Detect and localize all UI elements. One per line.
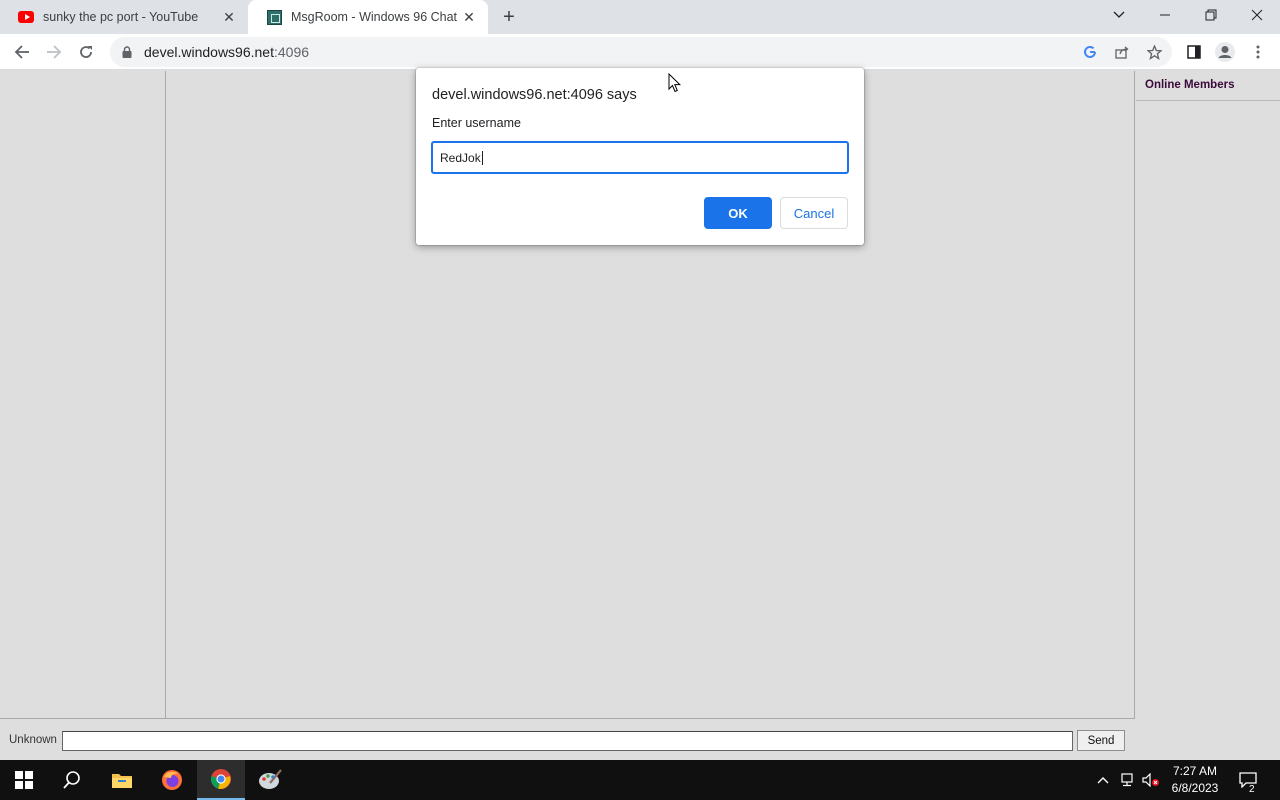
tab-msgroom[interactable]: MsgRoom - Windows 96 Chat ✕ bbox=[248, 0, 488, 34]
side-panel-icon[interactable] bbox=[1180, 38, 1208, 66]
browser-toolbar: devel.windows96.net:4096 bbox=[0, 34, 1280, 70]
address-bar[interactable]: devel.windows96.net:4096 bbox=[110, 37, 1172, 67]
network-icon[interactable] bbox=[1116, 760, 1138, 800]
start-windows-icon[interactable] bbox=[0, 760, 48, 800]
tab-strip: sunky the pc port - YouTube ✕ MsgRoom - … bbox=[0, 0, 1280, 34]
back-button[interactable] bbox=[8, 38, 36, 66]
clock-date: 6/8/2023 bbox=[1171, 781, 1219, 795]
ok-button[interactable]: OK bbox=[704, 197, 772, 229]
kebab-menu-icon[interactable] bbox=[1244, 38, 1272, 66]
url-host: devel.windows96.net bbox=[144, 44, 274, 60]
restore-button[interactable] bbox=[1188, 0, 1234, 30]
username-prompt-dialog: devel.windows96.net:4096 says Enter user… bbox=[416, 68, 864, 245]
tab-title: sunky the pc port - YouTube bbox=[43, 10, 199, 24]
youtube-icon bbox=[18, 9, 34, 25]
paint-app-icon[interactable] bbox=[246, 760, 294, 800]
mouse-cursor-icon bbox=[668, 73, 682, 93]
taskbar-clock[interactable]: 7:27 AM 6/8/2023 bbox=[1166, 763, 1224, 797]
online-members-title: Online Members bbox=[1136, 71, 1280, 101]
lock-icon[interactable] bbox=[120, 45, 134, 59]
google-translate-icon[interactable] bbox=[1078, 40, 1102, 64]
file-explorer-icon[interactable] bbox=[98, 760, 146, 800]
close-icon[interactable]: ✕ bbox=[220, 8, 238, 26]
windows-taskbar: 7:27 AM 6/8/2023 bbox=[0, 760, 1280, 800]
left-panel bbox=[0, 71, 166, 718]
share-icon[interactable] bbox=[1110, 40, 1134, 64]
show-hidden-icons-icon[interactable] bbox=[1094, 760, 1112, 800]
notification-count-badge: 2 bbox=[1249, 784, 1255, 795]
search-icon[interactable] bbox=[48, 760, 96, 800]
volume-muted-icon[interactable] bbox=[1140, 760, 1162, 800]
username-input[interactable]: RedJok bbox=[431, 141, 849, 174]
new-tab-button[interactable]: + bbox=[496, 5, 522, 29]
chrome-icon[interactable] bbox=[197, 760, 245, 800]
url-port: :4096 bbox=[273, 44, 310, 60]
tab-title: MsgRoom - Windows 96 Chat bbox=[291, 10, 458, 24]
dialog-title: devel.windows96.net:4096 says bbox=[432, 87, 637, 103]
close-icon[interactable]: ✕ bbox=[460, 8, 478, 26]
window-close-button[interactable] bbox=[1234, 0, 1280, 30]
text-caret bbox=[481, 150, 483, 165]
bookmark-star-icon[interactable] bbox=[1142, 40, 1166, 64]
send-button[interactable]: Send bbox=[1077, 730, 1125, 751]
dialog-message: Enter username bbox=[432, 116, 521, 130]
msgroom-icon bbox=[266, 9, 282, 25]
forward-button[interactable] bbox=[40, 38, 68, 66]
online-members-panel: Online Members bbox=[1136, 71, 1280, 760]
username-input-value: RedJok bbox=[440, 150, 481, 165]
notifications-icon[interactable] bbox=[1232, 760, 1264, 800]
cancel-button[interactable]: Cancel bbox=[780, 197, 848, 229]
profile-avatar-icon[interactable] bbox=[1211, 38, 1239, 66]
firefox-icon[interactable] bbox=[148, 760, 196, 800]
message-bar: Unknown Send bbox=[0, 718, 1135, 760]
nickname-label: Unknown bbox=[9, 734, 57, 746]
clock-time: 7:27 AM bbox=[1172, 764, 1218, 778]
tab-search-button[interactable] bbox=[1096, 0, 1142, 30]
tab-youtube[interactable]: sunky the pc port - YouTube ✕ bbox=[0, 0, 248, 34]
message-input[interactable] bbox=[62, 731, 1073, 751]
minimize-button[interactable] bbox=[1142, 0, 1188, 30]
reload-button[interactable] bbox=[72, 38, 100, 66]
